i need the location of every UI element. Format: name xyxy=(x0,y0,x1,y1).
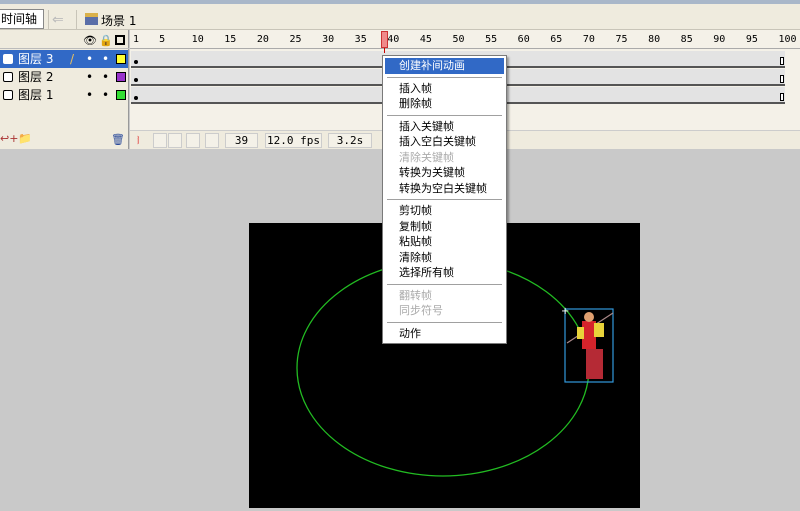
outline-color-swatch[interactable] xyxy=(116,54,126,64)
menu-item[interactable]: 粘贴帧 xyxy=(383,234,506,250)
frame-ruler[interactable]: 1 5 10 15 20 25 30 35 40 45 50 55 60 65 70 75 80 85 90 95 10… xyxy=(130,30,800,49)
visibility-toggle[interactable]: • xyxy=(86,50,93,68)
menu-item[interactable]: 插入关键帧 xyxy=(383,119,506,135)
keyframe[interactable] xyxy=(134,78,138,82)
character-symbol[interactable]: + xyxy=(561,306,614,383)
lock-toggle[interactable]: • xyxy=(102,68,109,86)
timeline-button[interactable]: 时间轴 xyxy=(0,9,44,29)
menu-item[interactable]: 动作 xyxy=(383,326,506,342)
menu-separator xyxy=(387,76,502,78)
playhead[interactable] xyxy=(381,31,389,48)
ruler-tick: 95 xyxy=(745,34,758,45)
menu-separator xyxy=(387,114,502,116)
frame-rate[interactable]: 12.0 fps xyxy=(265,133,322,148)
layer-row[interactable]: 图层 3 / • • xyxy=(0,50,128,68)
outline-color-swatch[interactable] xyxy=(116,72,126,82)
menu-item[interactable]: 剪切帧 xyxy=(383,203,506,219)
visibility-toggle[interactable]: • xyxy=(86,68,93,86)
menu-item[interactable]: 复制帧 xyxy=(383,219,506,235)
menu-item[interactable]: 删除帧 xyxy=(383,96,506,112)
character-sleeve xyxy=(577,327,584,339)
ruler-tick: 100 xyxy=(778,34,797,45)
registration-point-icon: + xyxy=(561,306,569,317)
divider xyxy=(76,10,77,32)
layer-icon xyxy=(3,90,13,100)
ruler-tick: 55 xyxy=(485,34,498,45)
edit-multiple-icon[interactable] xyxy=(186,133,200,148)
ruler-tick: 65 xyxy=(550,34,563,45)
ruler-tick: 30 xyxy=(322,34,335,45)
menu-item[interactable]: 创建补间动画 xyxy=(385,58,504,74)
character-sleeve xyxy=(594,323,604,337)
scene-label[interactable]: 场景 1 xyxy=(101,12,136,29)
center-frame-icon[interactable]: ⧘ xyxy=(137,133,140,148)
current-frame: 39 xyxy=(225,133,258,148)
menu-item: 翻转帧 xyxy=(399,288,432,302)
menu-item[interactable]: 插入帧 xyxy=(383,81,506,97)
trash-icon[interactable]: 🗑 xyxy=(111,133,125,146)
elapsed-time: 3.2s xyxy=(328,133,372,148)
pencil-icon: / xyxy=(70,52,75,66)
character-body xyxy=(582,321,596,349)
ruler-tick: 15 xyxy=(224,34,237,45)
ruler-tick: 5 xyxy=(159,34,166,45)
divider xyxy=(48,10,49,32)
character-legs xyxy=(586,349,603,379)
ruler-tick: 20 xyxy=(256,34,269,45)
arrow-left-icon[interactable]: ⇐ xyxy=(52,12,64,28)
menu-separator xyxy=(387,283,502,285)
layer-row[interactable]: 图层 2 • • xyxy=(0,68,128,86)
menu-item[interactable]: 转换为关键帧 xyxy=(383,165,506,181)
layer-name: 图层 2 xyxy=(18,70,54,84)
ruler-tick: 1 xyxy=(133,34,140,45)
layer-row[interactable]: 图层 1 • • xyxy=(0,86,128,104)
frame-context-menu: 创建补间动画 插入帧 删除帧插入关键帧 插入空白关键帧 清除关键帧 转换为关键帧 转换为空白… xyxy=(382,55,507,344)
ruler-tick: 35 xyxy=(354,34,367,45)
end-frame[interactable] xyxy=(780,93,784,101)
menu-item[interactable]: 清除帧 xyxy=(383,250,506,266)
outline-icon[interactable] xyxy=(115,35,125,45)
onion-markers-icon[interactable] xyxy=(205,133,219,148)
lock-toggle[interactable]: • xyxy=(102,86,109,104)
eye-icon[interactable]: 👁 xyxy=(83,34,97,47)
menu-separator xyxy=(387,199,502,200)
ruler-tick: 40 xyxy=(387,34,400,45)
ruler-tick: 75 xyxy=(615,34,628,45)
menu-item[interactable]: 选择所有帧 xyxy=(383,265,506,281)
playhead-line xyxy=(384,48,386,53)
ruler-tick: 10 xyxy=(191,34,204,45)
ruler-tick: 85 xyxy=(680,34,693,45)
keyframe[interactable] xyxy=(134,60,138,64)
end-frame[interactable] xyxy=(780,75,784,83)
lock-toggle[interactable]: • xyxy=(102,50,109,68)
ruler-tick: 70 xyxy=(582,34,595,45)
character-head xyxy=(584,312,594,322)
visibility-toggle[interactable]: • xyxy=(86,86,93,104)
ruler-tick: 80 xyxy=(648,34,661,45)
menu-item: 清除关键帧 xyxy=(399,150,454,164)
ruler-tick: 50 xyxy=(452,34,465,45)
ruler-tick: 25 xyxy=(289,34,302,45)
menu-item[interactable]: 插入空白关键帧 xyxy=(383,134,506,150)
end-frame[interactable] xyxy=(780,57,784,65)
outline-color-swatch[interactable] xyxy=(116,90,126,100)
layer-icon xyxy=(3,54,13,64)
lock-icon[interactable]: 🔒 xyxy=(99,34,113,47)
keyframe[interactable] xyxy=(134,96,138,100)
ruler-tick: 90 xyxy=(713,34,726,45)
scene-icon xyxy=(85,13,98,25)
menu-separator xyxy=(387,321,502,323)
add-layer-icons[interactable]: ↩+📁 xyxy=(0,132,32,145)
layer-icon xyxy=(3,72,13,82)
scene-bar: 时间轴 ⇐ 场景 1 xyxy=(0,4,800,32)
ruler-tick: 45 xyxy=(419,34,432,45)
ruler-tick: 60 xyxy=(517,34,530,45)
layer-name: 图层 1 xyxy=(18,88,54,102)
menu-item[interactable]: 转换为空白关键帧 xyxy=(383,181,506,197)
onion-outline-icon[interactable] xyxy=(168,133,182,148)
menu-item: 同步符号 xyxy=(399,304,443,317)
layer-name: 图层 3 xyxy=(18,52,54,66)
onion-skin-icon[interactable] xyxy=(153,133,167,148)
